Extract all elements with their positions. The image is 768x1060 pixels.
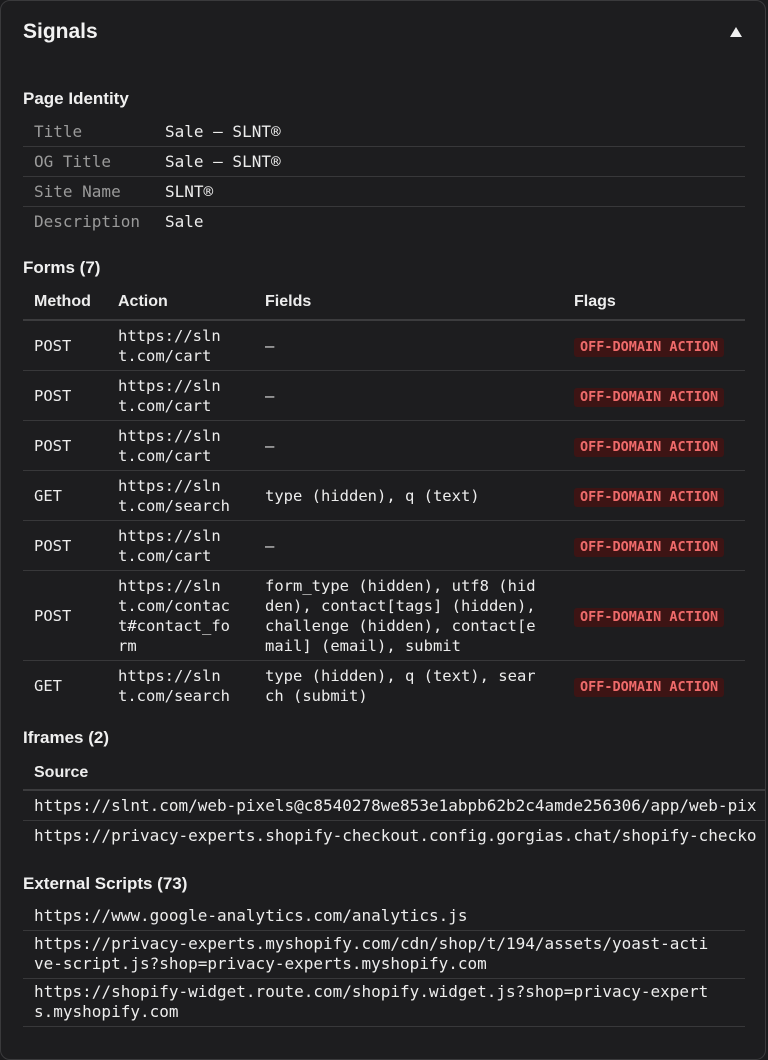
form-action: https://sln t.com/cart (118, 327, 221, 365)
table-row: POST https://sln t.com/cart – OFF-DOMAIN… (23, 521, 745, 571)
column-header-source: Source (34, 764, 89, 781)
signals-panel: Signals Page Identity Title Sale – SLNT®… (0, 0, 766, 1060)
identity-row-title: Title Sale – SLNT® (23, 117, 745, 147)
form-method: GET (34, 677, 62, 695)
script-url[interactable]: https://www.google-analytics.com/analyti… (23, 903, 745, 931)
external-scripts-list: https://www.google-analytics.com/analyti… (23, 903, 745, 1027)
column-header-flags: Flags (574, 293, 616, 310)
iframes-table: Source https://slnt.com/web-pixels@c8540… (23, 759, 765, 850)
table-row: GET https://sln t.com/search type (hidde… (23, 661, 745, 710)
form-fields: – (265, 537, 275, 555)
script-url[interactable]: https://shopify-widget.route.com/shopify… (23, 979, 745, 1027)
identity-key: Title (34, 122, 83, 141)
table-row: POST https://sln t.com/cart – OFF-DOMAIN… (23, 321, 745, 371)
panel-title: Signals (23, 20, 98, 43)
form-fields: type (hidden), q (text), sear ch (submit… (265, 667, 536, 705)
off-domain-flag-badge: OFF-DOMAIN ACTION (574, 488, 725, 507)
table-row: https://slnt.com/web-pixels@c8540278we85… (23, 791, 765, 821)
identity-key: OG Title (34, 152, 112, 171)
section-title-page-identity: Page Identity (23, 89, 129, 108)
table-row: GET https://sln t.com/search type (hidde… (23, 471, 745, 521)
iframes-table-header: Source (23, 759, 765, 791)
form-method: POST (34, 607, 72, 625)
column-header-method: Method (34, 293, 91, 310)
off-domain-flag-badge: OFF-DOMAIN ACTION (574, 438, 725, 457)
identity-key: Description (34, 212, 140, 231)
identity-row-site-name: Site Name SLNT® (23, 177, 745, 207)
form-method: POST (34, 537, 72, 555)
form-action: https://sln t.com/search (118, 667, 230, 705)
table-row: POST https://sln t.com/cart – OFF-DOMAIN… (23, 371, 745, 421)
form-fields: – (265, 337, 275, 355)
identity-value: Sale (165, 212, 204, 231)
identity-value: Sale – SLNT® (165, 122, 281, 141)
form-action: https://sln t.com/cart (118, 377, 221, 415)
identity-row-description: Description Sale (23, 207, 745, 236)
panel-header[interactable]: Signals (23, 17, 743, 47)
form-action: https://sln t.com/cart (118, 527, 221, 565)
form-fields: type (hidden), q (text) (265, 487, 480, 505)
form-fields: – (265, 387, 275, 405)
section-title-forms: Forms (7) (23, 258, 101, 277)
forms-table: Method Action Fields Flags POST https://… (23, 289, 745, 710)
off-domain-flag-badge: OFF-DOMAIN ACTION (574, 608, 725, 627)
form-method: POST (34, 337, 72, 355)
column-header-action: Action (118, 293, 168, 310)
forms-table-header: Method Action Fields Flags (23, 289, 745, 321)
off-domain-flag-badge: OFF-DOMAIN ACTION (574, 678, 725, 697)
table-row: POST https://sln t.com/contac t#contact_… (23, 571, 745, 661)
iframe-source-url[interactable]: https://slnt.com/web-pixels@c8540278we85… (34, 796, 756, 815)
identity-value: Sale – SLNT® (165, 152, 281, 171)
form-method: POST (34, 437, 72, 455)
form-method: GET (34, 487, 62, 505)
identity-key: Site Name (34, 182, 121, 201)
section-title-iframes: Iframes (2) (23, 728, 109, 747)
form-fields: – (265, 437, 275, 455)
form-action: https://sln t.com/search (118, 477, 230, 515)
table-row: https://privacy-experts.shopify-checkout… (23, 821, 765, 850)
table-row: POST https://sln t.com/cart – OFF-DOMAIN… (23, 421, 745, 471)
page-identity-table: Title Sale – SLNT® OG Title Sale – SLNT®… (23, 117, 745, 236)
form-action: https://sln t.com/cart (118, 427, 221, 465)
collapse-triangle-up-icon[interactable] (729, 25, 743, 39)
off-domain-flag-badge: OFF-DOMAIN ACTION (574, 338, 725, 357)
section-title-external-scripts: External Scripts (73) (23, 874, 188, 893)
form-method: POST (34, 387, 72, 405)
identity-value: SLNT® (165, 182, 214, 201)
iframe-source-url[interactable]: https://privacy-experts.shopify-checkout… (34, 826, 756, 845)
off-domain-flag-badge: OFF-DOMAIN ACTION (574, 538, 725, 557)
script-url[interactable]: https://privacy-experts.myshopify.com/cd… (23, 931, 745, 979)
identity-row-og-title: OG Title Sale – SLNT® (23, 147, 745, 177)
off-domain-flag-badge: OFF-DOMAIN ACTION (574, 388, 725, 407)
form-action: https://sln t.com/contac t#contact_fo rm (118, 577, 230, 655)
column-header-fields: Fields (265, 293, 312, 310)
form-fields: form_type (hidden), utf8 (hid den), cont… (265, 577, 536, 655)
